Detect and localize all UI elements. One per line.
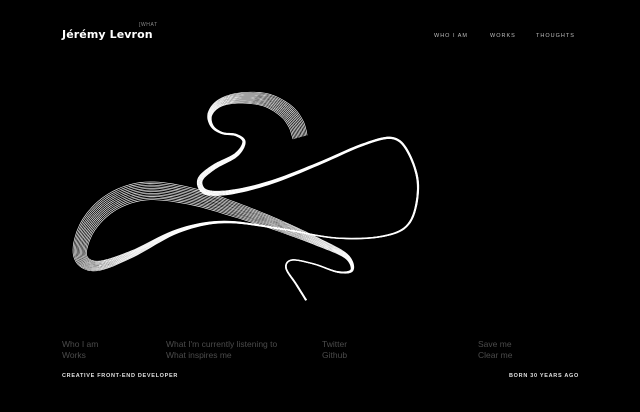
ribbon-strand xyxy=(80,96,419,301)
footer-link-listening[interactable]: What I'm currently listening to xyxy=(166,339,277,350)
ribbon-strand xyxy=(77,98,419,301)
ribbon-strand xyxy=(75,100,419,301)
footer-column-actions: Save me Clear me xyxy=(478,339,512,361)
footer-link-who-i-am[interactable]: Who I am xyxy=(62,339,98,350)
footer-link-works[interactable]: Works xyxy=(62,350,98,361)
ribbon-lines xyxy=(72,91,420,301)
footer-link-github[interactable]: Github xyxy=(322,350,347,361)
ribbon-strand xyxy=(76,99,419,301)
born-text: BORN 30 YEARS AGO xyxy=(509,373,579,379)
footer-link-clear-me[interactable]: Clear me xyxy=(478,350,512,361)
ribbon-strand xyxy=(78,97,419,301)
ribbon-strand xyxy=(81,95,419,301)
ribbon-strand xyxy=(73,101,419,301)
footer-column-about: Who I am Works xyxy=(62,339,98,361)
footer-column-interests: What I'm currently listening to What ins… xyxy=(166,339,277,361)
footer-column-social: Twitter Github xyxy=(322,339,347,361)
footer-link-save-me[interactable]: Save me xyxy=(478,339,512,350)
ribbon-strand xyxy=(82,94,419,301)
footer-link-twitter[interactable]: Twitter xyxy=(322,339,347,350)
tagline: CREATIVE FRONT-END DEVELOPER xyxy=(62,373,179,379)
footer-link-inspires[interactable]: What inspires me xyxy=(166,350,277,361)
ribbon-strand xyxy=(72,102,420,300)
